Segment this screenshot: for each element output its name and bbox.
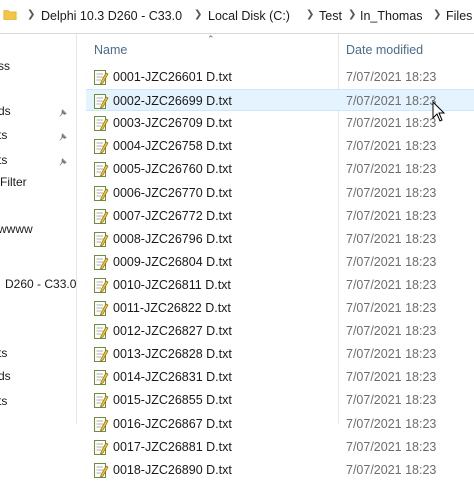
file-row[interactable]: 0017-JZC26881 D.txt 7/07/2021 18:23: [86, 436, 474, 458]
file-date-modified: 7/07/2021 18:23: [346, 301, 437, 315]
file-date-modified: 7/07/2021 18:23: [346, 462, 437, 477]
file-row[interactable]: 0006-JZC26770 D.txt 7/07/2021 18:23: [86, 182, 474, 204]
file-name[interactable]: 0013-JZC26828 D.txt: [113, 347, 232, 361]
file-date-modified: 7/07/2021 18:23: [346, 185, 437, 200]
file-name[interactable]: 0012-JZC26827 D.txt: [113, 324, 232, 338]
pin-icon[interactable]: [58, 109, 67, 118]
file-name[interactable]: 0001-JZC26601 D.txt: [113, 70, 232, 84]
chevron-right-icon[interactable]: ❯: [194, 9, 202, 20]
chevron-right-icon[interactable]: ❯: [27, 9, 35, 20]
file-name[interactable]: 0014-JZC26831 D.txt: [113, 370, 232, 384]
chevron-right-icon[interactable]: ❯: [433, 9, 441, 20]
file-name[interactable]: 0004-JZC26758 D.txt: [113, 139, 232, 153]
nav-item[interactable]: ds: [0, 104, 11, 118]
file-row[interactable]: 0011-JZC26822 D.txt 7/07/2021 18:23: [86, 297, 474, 319]
mouse-cursor-icon: [432, 101, 446, 122]
file-row[interactable]: 0015-JZC26855 D.txt 7/07/2021 18:23: [86, 389, 474, 411]
file-date-modified: 7/07/2021 18:23: [346, 116, 437, 131]
text-file-icon: [94, 439, 109, 455]
nav-item[interactable]: wwww: [0, 222, 33, 236]
pin-icon[interactable]: [58, 158, 67, 167]
file-row[interactable]: 0004-JZC26758 D.txt 7/07/2021 18:23: [86, 135, 474, 157]
file-date-modified: 7/07/2021 18:23: [346, 208, 437, 223]
chevron-right-icon[interactable]: ❯: [348, 9, 356, 20]
text-file-icon: [94, 277, 109, 293]
file-name[interactable]: 0002-JZC26699 D.txt: [113, 94, 232, 108]
file-row[interactable]: 0005-JZC26760 D.txt 7/07/2021 18:23: [86, 158, 474, 180]
breadcrumb-item[interactable]: Delphi 10.3 D260 - C33.0: [41, 9, 182, 23]
file-date-modified: 7/07/2021 18:23: [346, 324, 437, 339]
file-name[interactable]: 0015-JZC26855 D.txt: [113, 393, 232, 407]
text-file-icon: [94, 208, 109, 224]
breadcrumb-item[interactable]: Test: [319, 9, 342, 23]
file-row[interactable]: 0010-JZC26811 D.txt 7/07/2021 18:23: [86, 274, 474, 296]
text-file-icon: [94, 94, 109, 110]
address-bar[interactable]: ❯ Delphi 10.3 D260 - C33.0 ❯ Local Disk …: [0, 0, 474, 34]
text-file-icon: [94, 139, 109, 155]
file-row[interactable]: 0014-JZC26831 D.txt 7/07/2021 18:23: [86, 366, 474, 388]
file-name[interactable]: 0003-JZC26709 D.txt: [113, 116, 232, 130]
text-file-icon: [94, 185, 109, 201]
breadcrumb-item[interactable]: Local Disk (C:): [208, 9, 290, 23]
navigation-pane[interactable]: ss ds ts ts Filter wwww D260 - C33.0 ts …: [0, 34, 77, 424]
file-name[interactable]: 0010-JZC26811 D.txt: [113, 278, 231, 292]
text-file-icon: [94, 324, 109, 340]
file-date-modified: 7/07/2021 18:23: [346, 70, 437, 84]
pin-icon[interactable]: [58, 133, 67, 142]
file-date-modified: 7/07/2021 18:23: [346, 94, 437, 109]
file-date-modified: 7/07/2021 18:23: [346, 347, 437, 362]
file-name[interactable]: 0011-JZC26822 D.txt: [113, 301, 231, 315]
file-date-modified: 7/07/2021 18:23: [346, 393, 437, 408]
breadcrumb-item[interactable]: Files: [446, 9, 472, 23]
file-row[interactable]: 0018-JZC26890 D.txt 7/07/2021 18:23: [86, 459, 474, 481]
file-date-modified: 7/07/2021 18:23: [346, 254, 437, 269]
file-name[interactable]: 0008-JZC26796 D.txt: [113, 232, 232, 246]
file-name[interactable]: 0005-JZC26760 D.txt: [113, 162, 232, 176]
text-file-icon: [94, 347, 109, 363]
nav-item[interactable]: ts: [0, 394, 7, 408]
file-date-modified: 7/07/2021 18:23: [346, 439, 437, 454]
file-row[interactable]: 0007-JZC26772 D.txt 7/07/2021 18:23: [86, 205, 474, 227]
file-date-modified: 7/07/2021 18:23: [346, 162, 437, 177]
text-file-icon: [94, 462, 109, 478]
text-file-icon: [94, 116, 109, 132]
folder-icon: [3, 10, 17, 20]
file-name[interactable]: 0009-JZC26804 D.txt: [113, 255, 232, 269]
nav-item[interactable]: ss: [0, 59, 10, 73]
text-file-icon: [94, 70, 109, 85]
file-row[interactable]: 0013-JZC26828 D.txt 7/07/2021 18:23: [86, 343, 474, 365]
nav-item[interactable]: ds: [0, 369, 11, 383]
chevron-right-icon[interactable]: ❯: [306, 9, 314, 20]
file-date-modified: 7/07/2021 18:23: [346, 139, 437, 154]
file-date-modified: 7/07/2021 18:23: [346, 277, 437, 292]
file-name[interactable]: 0006-JZC26770 D.txt: [113, 186, 232, 200]
text-file-icon: [94, 301, 109, 316]
text-file-icon: [94, 393, 109, 409]
file-date-modified: 7/07/2021 18:23: [346, 370, 437, 385]
file-row[interactable]: 0002-JZC26699 D.txt 7/07/2021 18:23: [86, 89, 474, 112]
file-row[interactable]: 0001-JZC26601 D.txt 7/07/2021 18:23: [86, 66, 474, 88]
file-name[interactable]: 0018-JZC26890 D.txt: [113, 463, 232, 477]
text-file-icon: [94, 416, 109, 432]
file-row[interactable]: 0003-JZC26709 D.txt 7/07/2021 18:23: [86, 112, 474, 134]
file-row[interactable]: 0008-JZC26796 D.txt 7/07/2021 18:23: [86, 228, 474, 250]
nav-item[interactable]: ts: [0, 346, 7, 360]
nav-item[interactable]: ts: [0, 128, 7, 142]
file-date-modified: 7/07/2021 18:23: [346, 231, 437, 246]
file-name[interactable]: 0017-JZC26881 D.txt: [113, 440, 232, 454]
file-row[interactable]: 0009-JZC26804 D.txt 7/07/2021 18:23: [86, 251, 474, 273]
text-file-icon: [94, 370, 109, 386]
sort-up-icon: ⌃: [207, 34, 215, 44]
text-file-icon: [94, 162, 109, 178]
breadcrumb-item[interactable]: In_Thomas: [360, 9, 423, 23]
file-name[interactable]: 0007-JZC26772 D.txt: [113, 209, 232, 223]
text-file-icon: [94, 231, 109, 247]
text-file-icon: [94, 254, 109, 270]
nav-item[interactable]: Filter: [0, 175, 27, 189]
nav-item[interactable]: D260 - C33.0: [5, 277, 76, 291]
file-row[interactable]: 0012-JZC26827 D.txt 7/07/2021 18:23: [86, 320, 474, 342]
nav-item[interactable]: ts: [0, 153, 7, 167]
